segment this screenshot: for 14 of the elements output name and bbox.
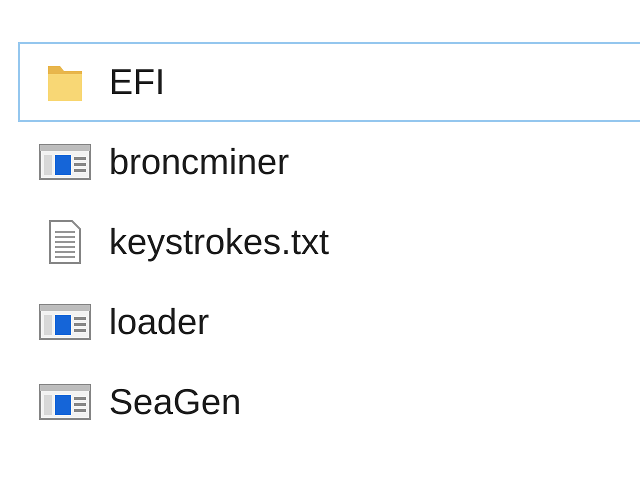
file-item[interactable]: SeaGen (18, 362, 640, 442)
file-name: SeaGen (109, 380, 242, 424)
application-icon (38, 384, 90, 420)
file-item[interactable]: keystrokes.txt (18, 202, 640, 282)
file-name: EFI (109, 60, 166, 104)
file-name: loader (109, 300, 210, 344)
file-item[interactable]: EFI (18, 42, 640, 122)
file-name: broncminer (109, 140, 290, 184)
file-item[interactable]: loader (18, 282, 640, 362)
application-icon (38, 144, 90, 180)
file-item[interactable]: broncminer (18, 122, 640, 202)
application-icon (38, 304, 90, 340)
text-file-icon (48, 220, 80, 264)
file-name: keystrokes.txt (109, 220, 330, 264)
